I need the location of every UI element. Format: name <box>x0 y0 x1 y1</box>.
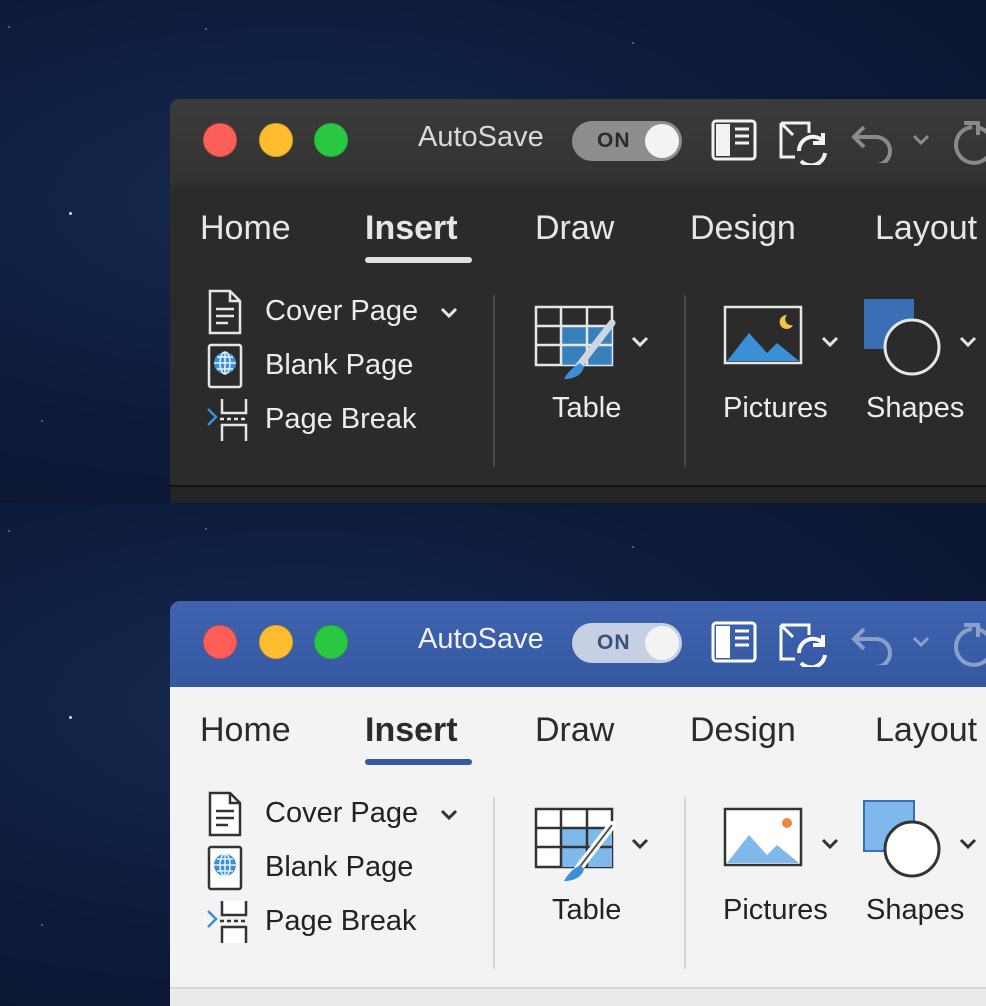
table-label[interactable]: Table <box>552 894 621 927</box>
page-break-button[interactable]: Page Break <box>206 899 466 945</box>
sidebar-toggle-icon[interactable] <box>711 119 757 161</box>
blank-page-button[interactable]: Blank Page <box>206 343 466 389</box>
blank-page-label: Blank Page <box>265 349 414 381</box>
autosave-toggle[interactable]: ON <box>572 121 682 161</box>
tab-draw[interactable]: Draw <box>535 711 614 750</box>
cover-page-button[interactable]: Cover Page <box>206 791 466 837</box>
minimize-icon[interactable] <box>259 123 293 157</box>
background-star <box>632 42 634 44</box>
cover-page-label: Cover Page <box>265 797 419 829</box>
table-icon[interactable] <box>534 807 618 887</box>
shapes-icon[interactable] <box>862 799 944 881</box>
redo-icon[interactable] <box>952 623 986 667</box>
autosave-label: AutoSave <box>418 623 544 655</box>
shapes-label[interactable]: Shapes <box>866 392 964 425</box>
pictures-icon[interactable] <box>723 305 803 367</box>
undo-icon[interactable] <box>850 121 900 163</box>
chevron-down-icon[interactable] <box>959 838 977 850</box>
autosave-label: AutoSave <box>418 121 544 153</box>
tab-layout[interactable]: Layout <box>875 209 977 248</box>
shapes-label[interactable]: Shapes <box>866 894 964 927</box>
pictures-label[interactable]: Pictures <box>723 894 828 927</box>
background-star <box>205 28 207 30</box>
sidebar-toggle-icon[interactable] <box>711 621 757 663</box>
tab-design[interactable]: Design <box>690 209 796 248</box>
tab-draw[interactable]: Draw <box>535 209 614 248</box>
cover-page-icon <box>208 791 242 837</box>
chevron-down-icon[interactable] <box>631 838 649 850</box>
redo-icon[interactable] <box>952 121 986 165</box>
cover-page-label: Cover Page <box>265 295 419 327</box>
close-icon[interactable] <box>203 625 237 659</box>
word-window: AutoSave ON Home Insert Draw Design Layo… <box>170 99 986 503</box>
chevron-down-icon[interactable] <box>912 635 930 649</box>
light-mode-panel: AutoSave ON Home Insert Draw Design Layo… <box>0 504 986 1006</box>
background-star <box>8 26 10 28</box>
blank-page-icon <box>207 845 243 891</box>
group-separator <box>684 295 686 467</box>
background-star <box>41 420 43 422</box>
tab-layout[interactable]: Layout <box>875 711 977 750</box>
background-star <box>205 528 207 530</box>
table-icon[interactable] <box>534 305 618 385</box>
background-star <box>8 530 10 532</box>
active-tab-indicator <box>365 257 472 263</box>
close-icon[interactable] <box>203 123 237 157</box>
dark-mode-panel: AutoSave ON Home Insert Draw Design Layo… <box>0 0 986 503</box>
toggle-knob <box>645 626 679 660</box>
chevron-down-icon[interactable] <box>631 336 649 348</box>
blank-page-button[interactable]: Blank Page <box>206 845 466 891</box>
table-label[interactable]: Table <box>552 392 621 425</box>
toggle-knob <box>645 124 679 158</box>
page-break-label: Page Break <box>265 905 417 937</box>
autosave-state: ON <box>597 129 631 152</box>
ribbon: Home Insert Draw Design Layout Cover Pag… <box>170 687 986 987</box>
page-break-icon <box>207 399 248 441</box>
page-break-button[interactable]: Page Break <box>206 397 466 443</box>
background-star <box>41 924 43 926</box>
cover-page-button[interactable]: Cover Page <box>206 289 466 335</box>
tab-design[interactable]: Design <box>690 711 796 750</box>
tab-insert[interactable]: Insert <box>365 209 458 248</box>
sync-icon[interactable] <box>777 621 831 667</box>
blank-page-label: Blank Page <box>265 851 414 883</box>
background-star <box>632 546 634 548</box>
zoom-icon[interactable] <box>314 625 348 659</box>
chevron-down-icon[interactable] <box>912 133 930 147</box>
tab-insert[interactable]: Insert <box>365 711 458 750</box>
blank-page-icon <box>207 343 243 389</box>
tab-home[interactable]: Home <box>200 711 291 750</box>
ribbon: Home Insert Draw Design Layout Cover Pag… <box>170 185 986 485</box>
chevron-down-icon[interactable] <box>959 336 977 348</box>
document-area <box>170 987 986 1006</box>
autosave-state: ON <box>597 631 631 654</box>
group-separator <box>493 797 495 969</box>
word-window: AutoSave ON Home Insert Draw Design Layo… <box>170 601 986 1006</box>
background-star <box>69 212 72 215</box>
background-star <box>69 716 72 719</box>
page-break-label: Page Break <box>265 403 417 435</box>
undo-icon[interactable] <box>850 623 900 665</box>
page-break-icon <box>207 901 248 943</box>
shapes-icon[interactable] <box>862 297 944 379</box>
group-separator <box>684 797 686 969</box>
chevron-down-icon[interactable] <box>440 809 458 821</box>
group-separator <box>493 295 495 467</box>
title-bar: AutoSave ON <box>170 99 986 187</box>
sync-icon[interactable] <box>777 119 831 165</box>
tab-home[interactable]: Home <box>200 209 291 248</box>
cover-page-icon <box>208 289 242 335</box>
chevron-down-icon[interactable] <box>440 307 458 319</box>
pictures-label[interactable]: Pictures <box>723 392 828 425</box>
title-bar: AutoSave ON <box>170 601 986 687</box>
document-area <box>170 485 986 503</box>
zoom-icon[interactable] <box>314 123 348 157</box>
autosave-toggle[interactable]: ON <box>572 623 682 663</box>
minimize-icon[interactable] <box>259 625 293 659</box>
chevron-down-icon[interactable] <box>821 838 839 850</box>
pictures-icon[interactable] <box>723 807 803 869</box>
active-tab-indicator <box>365 759 472 765</box>
chevron-down-icon[interactable] <box>821 336 839 348</box>
